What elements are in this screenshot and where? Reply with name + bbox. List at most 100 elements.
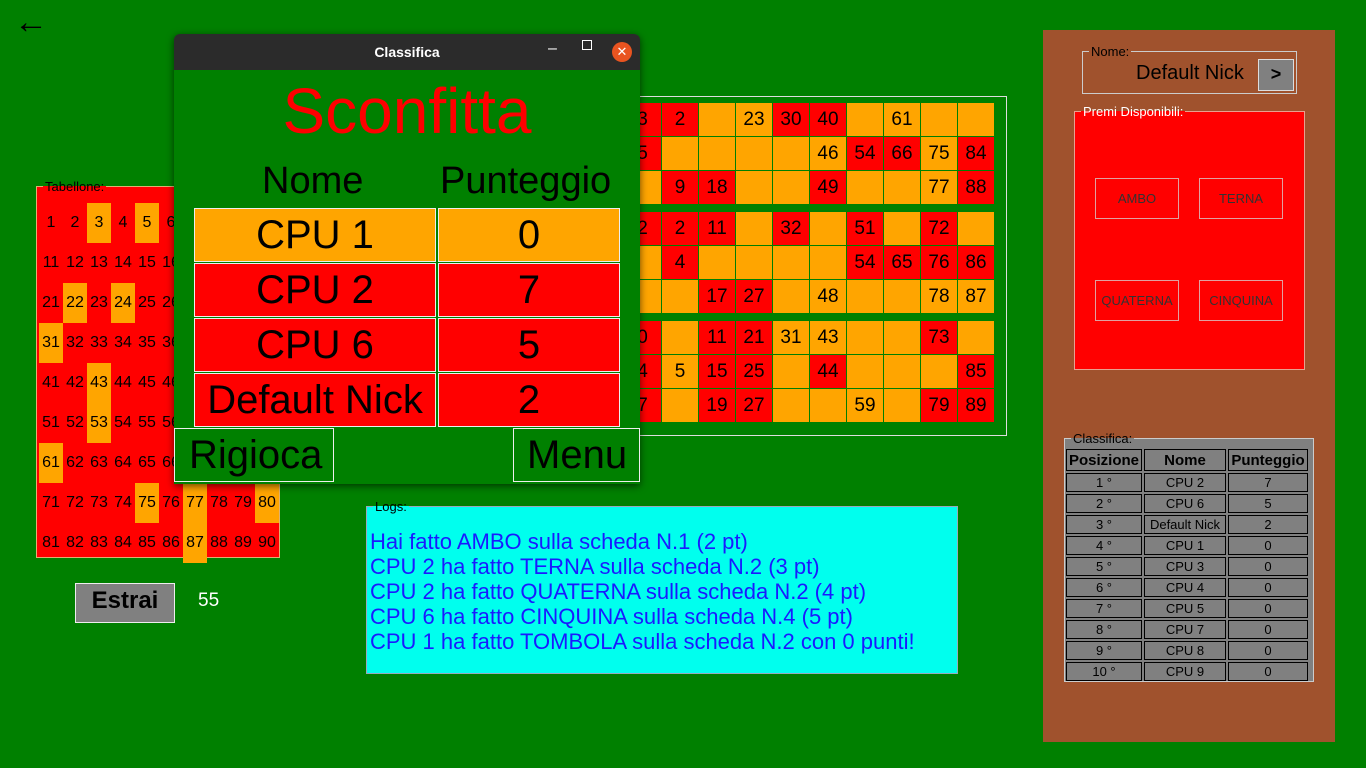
scheda-cell[interactable]: 78 <box>921 280 957 313</box>
scheda-cell[interactable] <box>884 355 920 388</box>
scheda-cell[interactable]: 43 <box>810 321 846 354</box>
scheda-cell[interactable] <box>884 212 920 245</box>
scheda-cell[interactable] <box>847 321 883 354</box>
scheda-cell[interactable] <box>773 246 809 279</box>
tabellone-cell: 78 <box>210 494 228 511</box>
scheda-cell[interactable]: 15 <box>699 355 735 388</box>
scheda-cell[interactable] <box>662 389 698 422</box>
scheda-cell[interactable] <box>847 355 883 388</box>
premi-legend: Premi Disponibili: <box>1083 104 1184 119</box>
scheda-cell[interactable]: 66 <box>884 137 920 170</box>
scheda-cell[interactable]: 31 <box>773 321 809 354</box>
scheda-cell[interactable] <box>884 321 920 354</box>
scheda-cell[interactable]: 48 <box>810 280 846 313</box>
menu-button[interactable]: Menu <box>513 428 640 482</box>
scheda-cell[interactable]: 9 <box>662 171 698 204</box>
scheda-cell[interactable] <box>662 321 698 354</box>
estrai-button[interactable]: Estrai <box>75 583 175 623</box>
minimize-icon[interactable]: – <box>548 40 557 58</box>
scheda-cell[interactable]: 89 <box>958 389 994 422</box>
scheda-cell[interactable] <box>958 103 994 136</box>
scheda-cell[interactable]: 49 <box>810 171 846 204</box>
scheda-cell[interactable] <box>773 137 809 170</box>
scheda-cell[interactable]: 32 <box>773 212 809 245</box>
scheda-cell[interactable] <box>736 171 772 204</box>
scheda-cell[interactable]: 4 <box>662 246 698 279</box>
tabellone-cell: 85 <box>138 534 156 551</box>
scheda-cell[interactable] <box>662 280 698 313</box>
dialog-score-row: Default Nick 2 <box>194 373 620 427</box>
tabellone-cell: 61 <box>39 443 63 483</box>
scheda-cell[interactable] <box>773 171 809 204</box>
close-icon[interactable]: ✕ <box>612 42 632 62</box>
scheda-cell[interactable]: 72 <box>921 212 957 245</box>
scheda-cell[interactable] <box>958 212 994 245</box>
scheda-cell[interactable] <box>810 389 846 422</box>
scheda-cell[interactable]: 87 <box>958 280 994 313</box>
scheda-cell[interactable]: 27 <box>736 280 772 313</box>
scheda-cell[interactable]: 40 <box>810 103 846 136</box>
scheda-cell[interactable]: 5 <box>662 355 698 388</box>
scheda-cell[interactable] <box>810 212 846 245</box>
scheda-cell[interactable]: 77 <box>921 171 957 204</box>
scheda-cell[interactable] <box>810 246 846 279</box>
scheda-cell[interactable]: 46 <box>810 137 846 170</box>
scheda-cell[interactable] <box>884 171 920 204</box>
scheda-cell[interactable]: 18 <box>699 171 735 204</box>
scheda-cell[interactable]: 44 <box>810 355 846 388</box>
scheda-cell[interactable]: 59 <box>847 389 883 422</box>
scheda-cell[interactable]: 51 <box>847 212 883 245</box>
scheda-cell[interactable]: 88 <box>958 171 994 204</box>
scheda-cell[interactable] <box>773 389 809 422</box>
scheda-cell[interactable]: 61 <box>884 103 920 136</box>
scheda-cell[interactable] <box>736 212 772 245</box>
scheda-cell[interactable]: 84 <box>958 137 994 170</box>
scheda-cell[interactable]: 11 <box>699 321 735 354</box>
scheda-cell[interactable]: 76 <box>921 246 957 279</box>
scheda-cell[interactable] <box>699 246 735 279</box>
scheda-cell[interactable]: 23 <box>736 103 772 136</box>
scheda-cell[interactable]: 21 <box>736 321 772 354</box>
scheda-cell[interactable] <box>736 137 772 170</box>
scheda-cell[interactable]: 73 <box>921 321 957 354</box>
scheda-cell[interactable]: 2 <box>662 212 698 245</box>
scheda-cell[interactable]: 75 <box>921 137 957 170</box>
scheda-cell[interactable]: 54 <box>847 246 883 279</box>
scheda-cell[interactable] <box>921 103 957 136</box>
scheda-cell[interactable]: 17 <box>699 280 735 313</box>
rigioca-button[interactable]: Rigioca <box>174 428 334 482</box>
scheda-cell[interactable] <box>773 280 809 313</box>
scheda-cell[interactable] <box>847 171 883 204</box>
scheda-cell[interactable] <box>921 355 957 388</box>
scheda-cell[interactable] <box>884 280 920 313</box>
scheda-cell[interactable] <box>884 389 920 422</box>
back-arrow-icon[interactable]: ← <box>14 2 48 42</box>
scheda-cell[interactable]: 19 <box>699 389 735 422</box>
scheda-cell[interactable]: 25 <box>736 355 772 388</box>
scheda-cell[interactable] <box>773 355 809 388</box>
scheda-cell[interactable]: 65 <box>884 246 920 279</box>
scheda-cell[interactable]: 79 <box>921 389 957 422</box>
tabellone-cell: 23 <box>90 294 108 311</box>
scheda-cell[interactable] <box>736 246 772 279</box>
scheda-cell[interactable] <box>699 103 735 136</box>
maximize-icon[interactable] <box>582 40 592 50</box>
scheda-cell[interactable]: 85 <box>958 355 994 388</box>
scheda-cell[interactable]: 27 <box>736 389 772 422</box>
tabellone-cell: 25 <box>138 294 156 311</box>
scheda-cell[interactable]: 54 <box>847 137 883 170</box>
scheda-cell[interactable] <box>662 137 698 170</box>
scheda-cell[interactable]: 11 <box>699 212 735 245</box>
dialog-titlebar[interactable]: Classifica – ✕ <box>174 34 640 70</box>
scheda-cell[interactable]: 2 <box>662 103 698 136</box>
dialog-player-score: 5 <box>438 318 620 372</box>
scheda-cell[interactable] <box>847 103 883 136</box>
scheda-cell[interactable]: 30 <box>773 103 809 136</box>
table-cell: 5 ° <box>1066 557 1142 576</box>
nome-confirm-button[interactable]: > <box>1258 59 1294 91</box>
scheda-cell[interactable] <box>699 137 735 170</box>
scheda-cell[interactable] <box>958 321 994 354</box>
scheda-cell[interactable] <box>847 280 883 313</box>
nome-value[interactable]: Default Nick <box>1136 62 1244 85</box>
scheda-cell[interactable]: 86 <box>958 246 994 279</box>
